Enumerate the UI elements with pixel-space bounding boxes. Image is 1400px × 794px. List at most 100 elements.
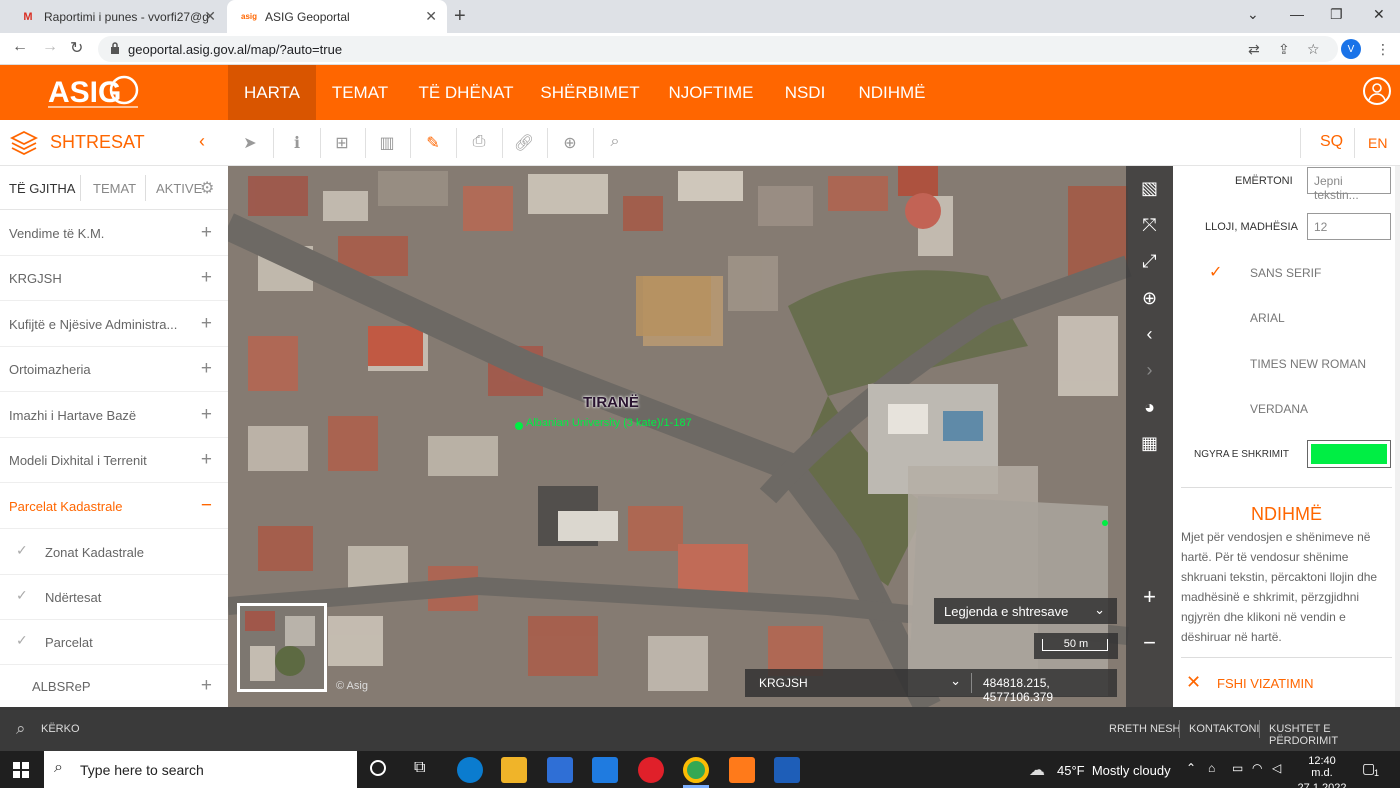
fullscreen-icon[interactable]: ⤢ bbox=[1126, 243, 1173, 279]
font-option-times[interactable]: TIMES NEW ROMAN bbox=[1250, 357, 1366, 371]
globe-icon[interactable]: ◕ bbox=[1126, 389, 1173, 425]
word-icon[interactable] bbox=[774, 757, 800, 783]
bookmark-star-icon[interactable]: ☆ bbox=[1307, 41, 1320, 58]
close-tab-icon[interactable]: ✕ bbox=[425, 8, 437, 25]
font-option-sans-serif[interactable]: SANS SERIF bbox=[1250, 266, 1321, 280]
profile-avatar[interactable]: V bbox=[1341, 39, 1361, 59]
layer-parcelat-kadastrale[interactable]: Parcelat Kadastrale − bbox=[0, 484, 228, 529]
search-icon[interactable]: ⌕ bbox=[604, 133, 626, 153]
edit-annotation-icon[interactable]: ✎ bbox=[422, 133, 444, 153]
store-icon[interactable] bbox=[547, 757, 573, 783]
forward-icon[interactable]: → bbox=[42, 38, 58, 56]
projection-select[interactable]: KRGJSH ⌄ bbox=[745, 669, 971, 697]
layer-albsrep[interactable]: ALBSReP + bbox=[0, 664, 228, 709]
tray-chevron-icon[interactable]: ⌃ bbox=[1186, 761, 1196, 775]
font-size-input[interactable]: 12 bbox=[1307, 213, 1391, 240]
user-account-icon[interactable] bbox=[1363, 77, 1391, 105]
zoom-in-icon[interactable]: + bbox=[1126, 579, 1173, 615]
browser-menu-icon[interactable]: ⋮ bbox=[1376, 41, 1390, 58]
office-app-icon[interactable] bbox=[729, 757, 755, 783]
tab-aktive[interactable]: AKTIVE bbox=[156, 181, 202, 196]
expand-plus-icon[interactable]: + bbox=[201, 267, 212, 289]
tray-network-icon[interactable]: ⌂ bbox=[1208, 761, 1215, 775]
layer-ortoimazheria[interactable]: Ortoimazheria + bbox=[0, 347, 228, 392]
check-icon[interactable]: ✓ bbox=[16, 587, 28, 604]
overview-minimap[interactable] bbox=[237, 603, 327, 692]
layer-kufijte[interactable]: Kufijtë e Njësive Administra... + bbox=[0, 302, 228, 347]
url-input[interactable]: geoportal.asig.gov.al/map/?auto=true bbox=[98, 36, 1338, 62]
lang-en-button[interactable]: EN bbox=[1368, 135, 1387, 151]
settings-gear-icon[interactable]: ⚙ bbox=[200, 178, 214, 198]
cortana-icon[interactable] bbox=[370, 760, 386, 776]
back-icon[interactable]: ← bbox=[12, 38, 28, 56]
maximize-icon[interactable]: ❐ bbox=[1330, 6, 1343, 23]
add-circle-icon[interactable]: ⊕ bbox=[559, 133, 581, 153]
expand-plus-icon[interactable]: + bbox=[201, 222, 212, 244]
next-extent-icon[interactable]: › bbox=[1126, 352, 1173, 388]
collapse-panel-icon[interactable]: ‹ bbox=[199, 131, 205, 152]
grid-icon[interactable]: ▦ bbox=[1126, 425, 1173, 461]
reload-icon[interactable]: ↻ bbox=[70, 38, 83, 58]
poi-marker[interactable] bbox=[515, 422, 523, 430]
mail-icon[interactable] bbox=[592, 757, 618, 783]
browser-tab-asig[interactable]: asig ASIG Geoportal ✕ bbox=[227, 0, 447, 33]
layer-modeli-dixhital[interactable]: Modeli Dixhital i Terrenit + bbox=[0, 438, 228, 483]
tray-volume-icon[interactable]: ◁ bbox=[1272, 761, 1281, 775]
select-pointer-icon[interactable]: ➤ bbox=[239, 133, 261, 153]
tab-te-gjitha[interactable]: TË GJITHA bbox=[9, 181, 75, 196]
expand-plus-icon[interactable]: + bbox=[201, 404, 212, 426]
layer-krgjsh[interactable]: KRGJSH + bbox=[0, 256, 228, 301]
opera-icon[interactable] bbox=[638, 757, 664, 783]
browser-tab-gmail[interactable]: M Raportimi i punes - vvorfi27@gm ✕ bbox=[6, 0, 226, 33]
add-box-icon[interactable]: ⊞ bbox=[331, 133, 353, 153]
tray-battery-icon[interactable]: ▭ bbox=[1232, 761, 1243, 775]
legend-dropdown[interactable]: Legjenda e shtresave ⌄ bbox=[934, 598, 1117, 624]
tab-temat[interactable]: TEMAT bbox=[93, 181, 136, 196]
sublayer-ndertesat[interactable]: ✓ Ndërtesat bbox=[0, 575, 228, 620]
close-tab-icon[interactable]: ✕ bbox=[204, 8, 216, 25]
search-link[interactable]: KËRKO bbox=[41, 723, 80, 735]
weather-text[interactable]: 45°F Mostly cloudy bbox=[1057, 763, 1171, 778]
font-option-verdana[interactable]: VERDANA bbox=[1250, 402, 1308, 416]
asig-logo[interactable]: ASIG bbox=[46, 74, 141, 112]
collapse-minus-icon[interactable]: − bbox=[201, 495, 212, 517]
edge-icon[interactable] bbox=[457, 757, 483, 783]
about-link[interactable]: RRETH NESH bbox=[1109, 723, 1181, 735]
chrome-icon[interactable] bbox=[683, 757, 709, 783]
poi-label[interactable]: Albanian University (3 kate)/1-187 bbox=[526, 417, 692, 429]
minimize-icon[interactable]: — bbox=[1290, 6, 1304, 22]
tab-search-icon[interactable]: ⌄ bbox=[1247, 6, 1259, 23]
check-icon[interactable]: ✓ bbox=[16, 632, 28, 649]
font-option-arial[interactable]: ARIAL bbox=[1250, 311, 1285, 325]
share-icon[interactable]: ⇪ bbox=[1278, 41, 1290, 58]
terms-link[interactable]: KUSHTET E PËRDORIMIT bbox=[1269, 723, 1400, 747]
info-icon[interactable]: ℹ bbox=[286, 133, 308, 153]
nav-njoftime[interactable]: NJOFTIME bbox=[654, 65, 768, 120]
basemap-icon[interactable]: ▧ bbox=[1126, 170, 1173, 206]
previous-extent-icon[interactable]: ‹ bbox=[1126, 316, 1173, 352]
zoom-box-icon[interactable]: ⊕ bbox=[1126, 280, 1173, 316]
clear-drawing-button[interactable]: FSHI VIZATIMIN bbox=[1217, 676, 1314, 691]
expand-plus-icon[interactable]: + bbox=[201, 358, 212, 380]
full-extent-icon[interactable]: ⤧ bbox=[1126, 207, 1173, 243]
map-canvas[interactable]: TIRANË Albanian University (3 kate)/1-18… bbox=[228, 166, 1173, 707]
file-explorer-icon[interactable] bbox=[501, 757, 527, 783]
taskbar-search-box[interactable]: ⌕ Type here to search bbox=[44, 751, 357, 788]
expand-plus-icon[interactable]: + bbox=[201, 313, 212, 335]
link-icon[interactable]: 🔗︎ bbox=[513, 133, 535, 153]
new-tab-icon[interactable]: + bbox=[454, 5, 466, 28]
clock[interactable]: 12:40 m.d. 27.1.2022 bbox=[1297, 755, 1347, 794]
sublayer-zonat[interactable]: ✓ Zonat Kadastrale bbox=[0, 530, 228, 575]
sublayer-parcelat[interactable]: ✓ Parcelat bbox=[0, 620, 228, 665]
layer-vendime[interactable]: Vendime të K.M. + bbox=[0, 211, 228, 256]
nav-harta[interactable]: HARTA bbox=[228, 65, 316, 120]
expand-plus-icon[interactable]: + bbox=[201, 675, 212, 697]
lang-sq-button[interactable]: SQ bbox=[1320, 133, 1343, 151]
search-icon[interactable]: ⌕ bbox=[16, 719, 26, 739]
task-view-icon[interactable]: ⧉ bbox=[414, 759, 425, 777]
chart-icon[interactable]: ▥ bbox=[376, 133, 398, 153]
translate-icon[interactable]: ⇄ bbox=[1248, 41, 1260, 58]
annotation-text-input[interactable]: Jepni tekstin... bbox=[1307, 167, 1391, 202]
close-window-icon[interactable]: ✕ bbox=[1373, 6, 1385, 23]
nav-sherbimet[interactable]: SHËRBIMET bbox=[528, 65, 652, 120]
